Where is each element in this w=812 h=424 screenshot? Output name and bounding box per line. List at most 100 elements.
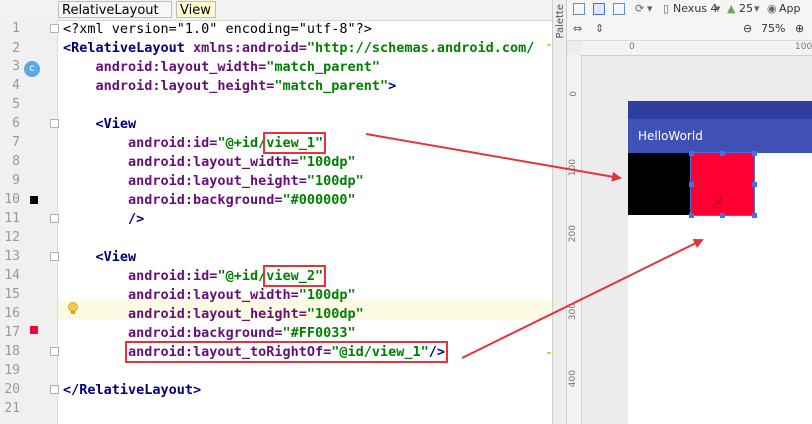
blueprint-mode-icon[interactable] (593, 1, 605, 17)
class-c-icon[interactable]: c (24, 61, 40, 77)
ruler-tick: 400 (568, 370, 578, 388)
palette-strip[interactable]: Palette (552, 0, 567, 424)
resize-handle[interactable] (752, 182, 757, 187)
scroll-marker (547, 352, 551, 354)
line-number: 18 (4, 344, 20, 359)
val-id-prefix: "@+id/ (217, 135, 267, 151)
breadcrumb-item-view[interactable]: View (176, 1, 216, 18)
chevron-down-icon[interactable]: ▾ (754, 1, 760, 17)
design-canvas[interactable]: 0 100 0 100 200 300 400 HelloWorld ☝ (567, 41, 812, 424)
preview-view-2[interactable] (690, 152, 755, 216)
app-bar: HelloWorld (628, 119, 812, 153)
app-title: HelloWorld (638, 129, 703, 143)
chevron-down-icon[interactable]: ▾ (647, 1, 653, 17)
device-selector[interactable]: Nexus 4 (673, 1, 718, 17)
val-background: "#000000" (282, 192, 356, 208)
ruler-horizontal: 0 100 (581, 41, 812, 56)
device-icon[interactable]: ▯ (663, 1, 669, 17)
expand-vertical-icon[interactable]: ⇕ (595, 21, 604, 37)
design-toolbar-secondary: ⇔ ⇕ ⊖ 75% ⊕ (567, 18, 812, 41)
code-line-17: android:background="#FF0033" (63, 324, 356, 342)
scroll-marker (547, 44, 551, 46)
color-swatch-black-icon[interactable] (30, 196, 38, 204)
line-number: 3 (12, 59, 20, 74)
code-line-18: android:layout_toRightOf="@id/view_1"/> (63, 341, 449, 363)
ruler-tick: 0 (629, 42, 635, 52)
zoom-out-icon[interactable]: ⊖ (743, 21, 752, 37)
resize-handle[interactable] (720, 213, 725, 218)
line-number: 14 (4, 268, 20, 283)
code-line-4: android:layout_height="match_parent"> (63, 77, 397, 95)
ruler-vertical: 0 100 200 300 400 (567, 55, 582, 424)
attr-id: android:id= (128, 268, 218, 284)
line-number: 13 (4, 249, 20, 264)
line-number: 15 (4, 287, 20, 302)
line-number: 1 (12, 21, 20, 36)
code-line-20: </RelativeLayout> (63, 381, 201, 399)
to-right-of-highlight: android:layout_toRightOf="@id/view_1"/> (125, 341, 449, 363)
zoom-in-icon[interactable]: ⊕ (795, 21, 804, 37)
line-number: 9 (12, 173, 20, 188)
code-line-9: android:layout_height="100dp" (63, 172, 364, 190)
code-line-2: <RelativeLayout xmlns:android="http://sc… (63, 39, 534, 57)
attr-layout-height: android:layout_height= (128, 306, 307, 322)
attr-layout-width: android:layout_width= (95, 59, 267, 75)
design-toolbar: ⟳ ▾ ▯ Nexus 4 ▾ ▲ 25 ▾ ◉ App (567, 0, 812, 19)
design-mode-icon[interactable] (573, 1, 585, 17)
line-number: 20 (4, 382, 20, 397)
resize-handle[interactable] (720, 151, 725, 156)
device-preview[interactable]: HelloWorld ☝ (628, 101, 812, 424)
tag-self-close: /> (428, 344, 446, 360)
val-layout-height: "100dp" (306, 306, 364, 322)
theme-icon[interactable]: ◉ (767, 1, 777, 17)
status-bar (628, 101, 812, 119)
ruler-tick: 200 (568, 225, 578, 243)
val-layout-width: "match_parent" (266, 59, 380, 75)
val-layout-width: "100dp" (298, 154, 356, 170)
line-number: 5 (12, 97, 20, 112)
resize-handle[interactable] (752, 213, 757, 218)
breadcrumb: RelativeLayout View (0, 0, 552, 21)
line-number: 6 (12, 116, 20, 131)
val-xmlns: "http://schemas.android.com/ (306, 40, 535, 56)
line-number: 10 (4, 192, 20, 207)
line-number: 11 (4, 211, 20, 226)
line-number: 19 (4, 363, 20, 378)
code-line-13: <View (63, 248, 137, 266)
rotate-icon[interactable]: ⟳ (635, 1, 644, 17)
attr-layout-height: android:layout_height= (95, 78, 275, 94)
tag-self-close: /> (128, 211, 145, 227)
line-number: 2 (12, 41, 20, 56)
preview-view-1[interactable] (628, 153, 690, 215)
app-theme-selector[interactable]: App (779, 1, 801, 17)
layout-grid-icon[interactable] (613, 1, 625, 17)
resize-handle[interactable] (689, 213, 694, 218)
color-swatch-red-icon[interactable] (30, 326, 38, 334)
val-layout-width: "100dp" (298, 287, 356, 303)
code-line-6: <View (63, 115, 137, 133)
resize-handle[interactable] (752, 151, 757, 156)
android-icon[interactable]: ▲ (727, 1, 735, 17)
resize-handle[interactable] (689, 151, 694, 156)
hand-cursor-icon: ☝ (714, 196, 723, 212)
attr-xmlns: xmlns:android= (184, 40, 307, 56)
tag-view-open: <View (95, 249, 137, 265)
resize-handle[interactable] (689, 182, 694, 187)
api-level-selector[interactable]: 25 (739, 1, 753, 17)
attr-layout-width: android:layout_width= (128, 154, 299, 170)
ruler-tick: 100 (568, 159, 578, 177)
val-background: "#FF0033" (282, 325, 356, 341)
code-line-10: android:background="#000000" (63, 191, 356, 209)
code-line-1: <?xml version="1.0" encoding="utf-8"?> (63, 20, 372, 38)
val-layout-height: "match_parent" (274, 78, 389, 94)
line-number: 8 (12, 154, 20, 169)
expand-horizontal-icon[interactable]: ⇔ (573, 21, 582, 37)
palette-tab-label[interactable]: Palette (555, 4, 566, 39)
ruler-tick: 300 (568, 303, 578, 321)
code-editor[interactable]: <?xml version="1.0" encoding="utf-8"?> <… (58, 20, 552, 424)
tag-close-bracket: > (388, 78, 397, 94)
chevron-down-icon[interactable]: ▾ (715, 1, 721, 17)
attr-layout-height: android:layout_height= (128, 173, 307, 189)
breadcrumb-item-relativelayout[interactable]: RelativeLayout (58, 1, 172, 18)
code-line-16: android:layout_height="100dp" (63, 305, 364, 323)
